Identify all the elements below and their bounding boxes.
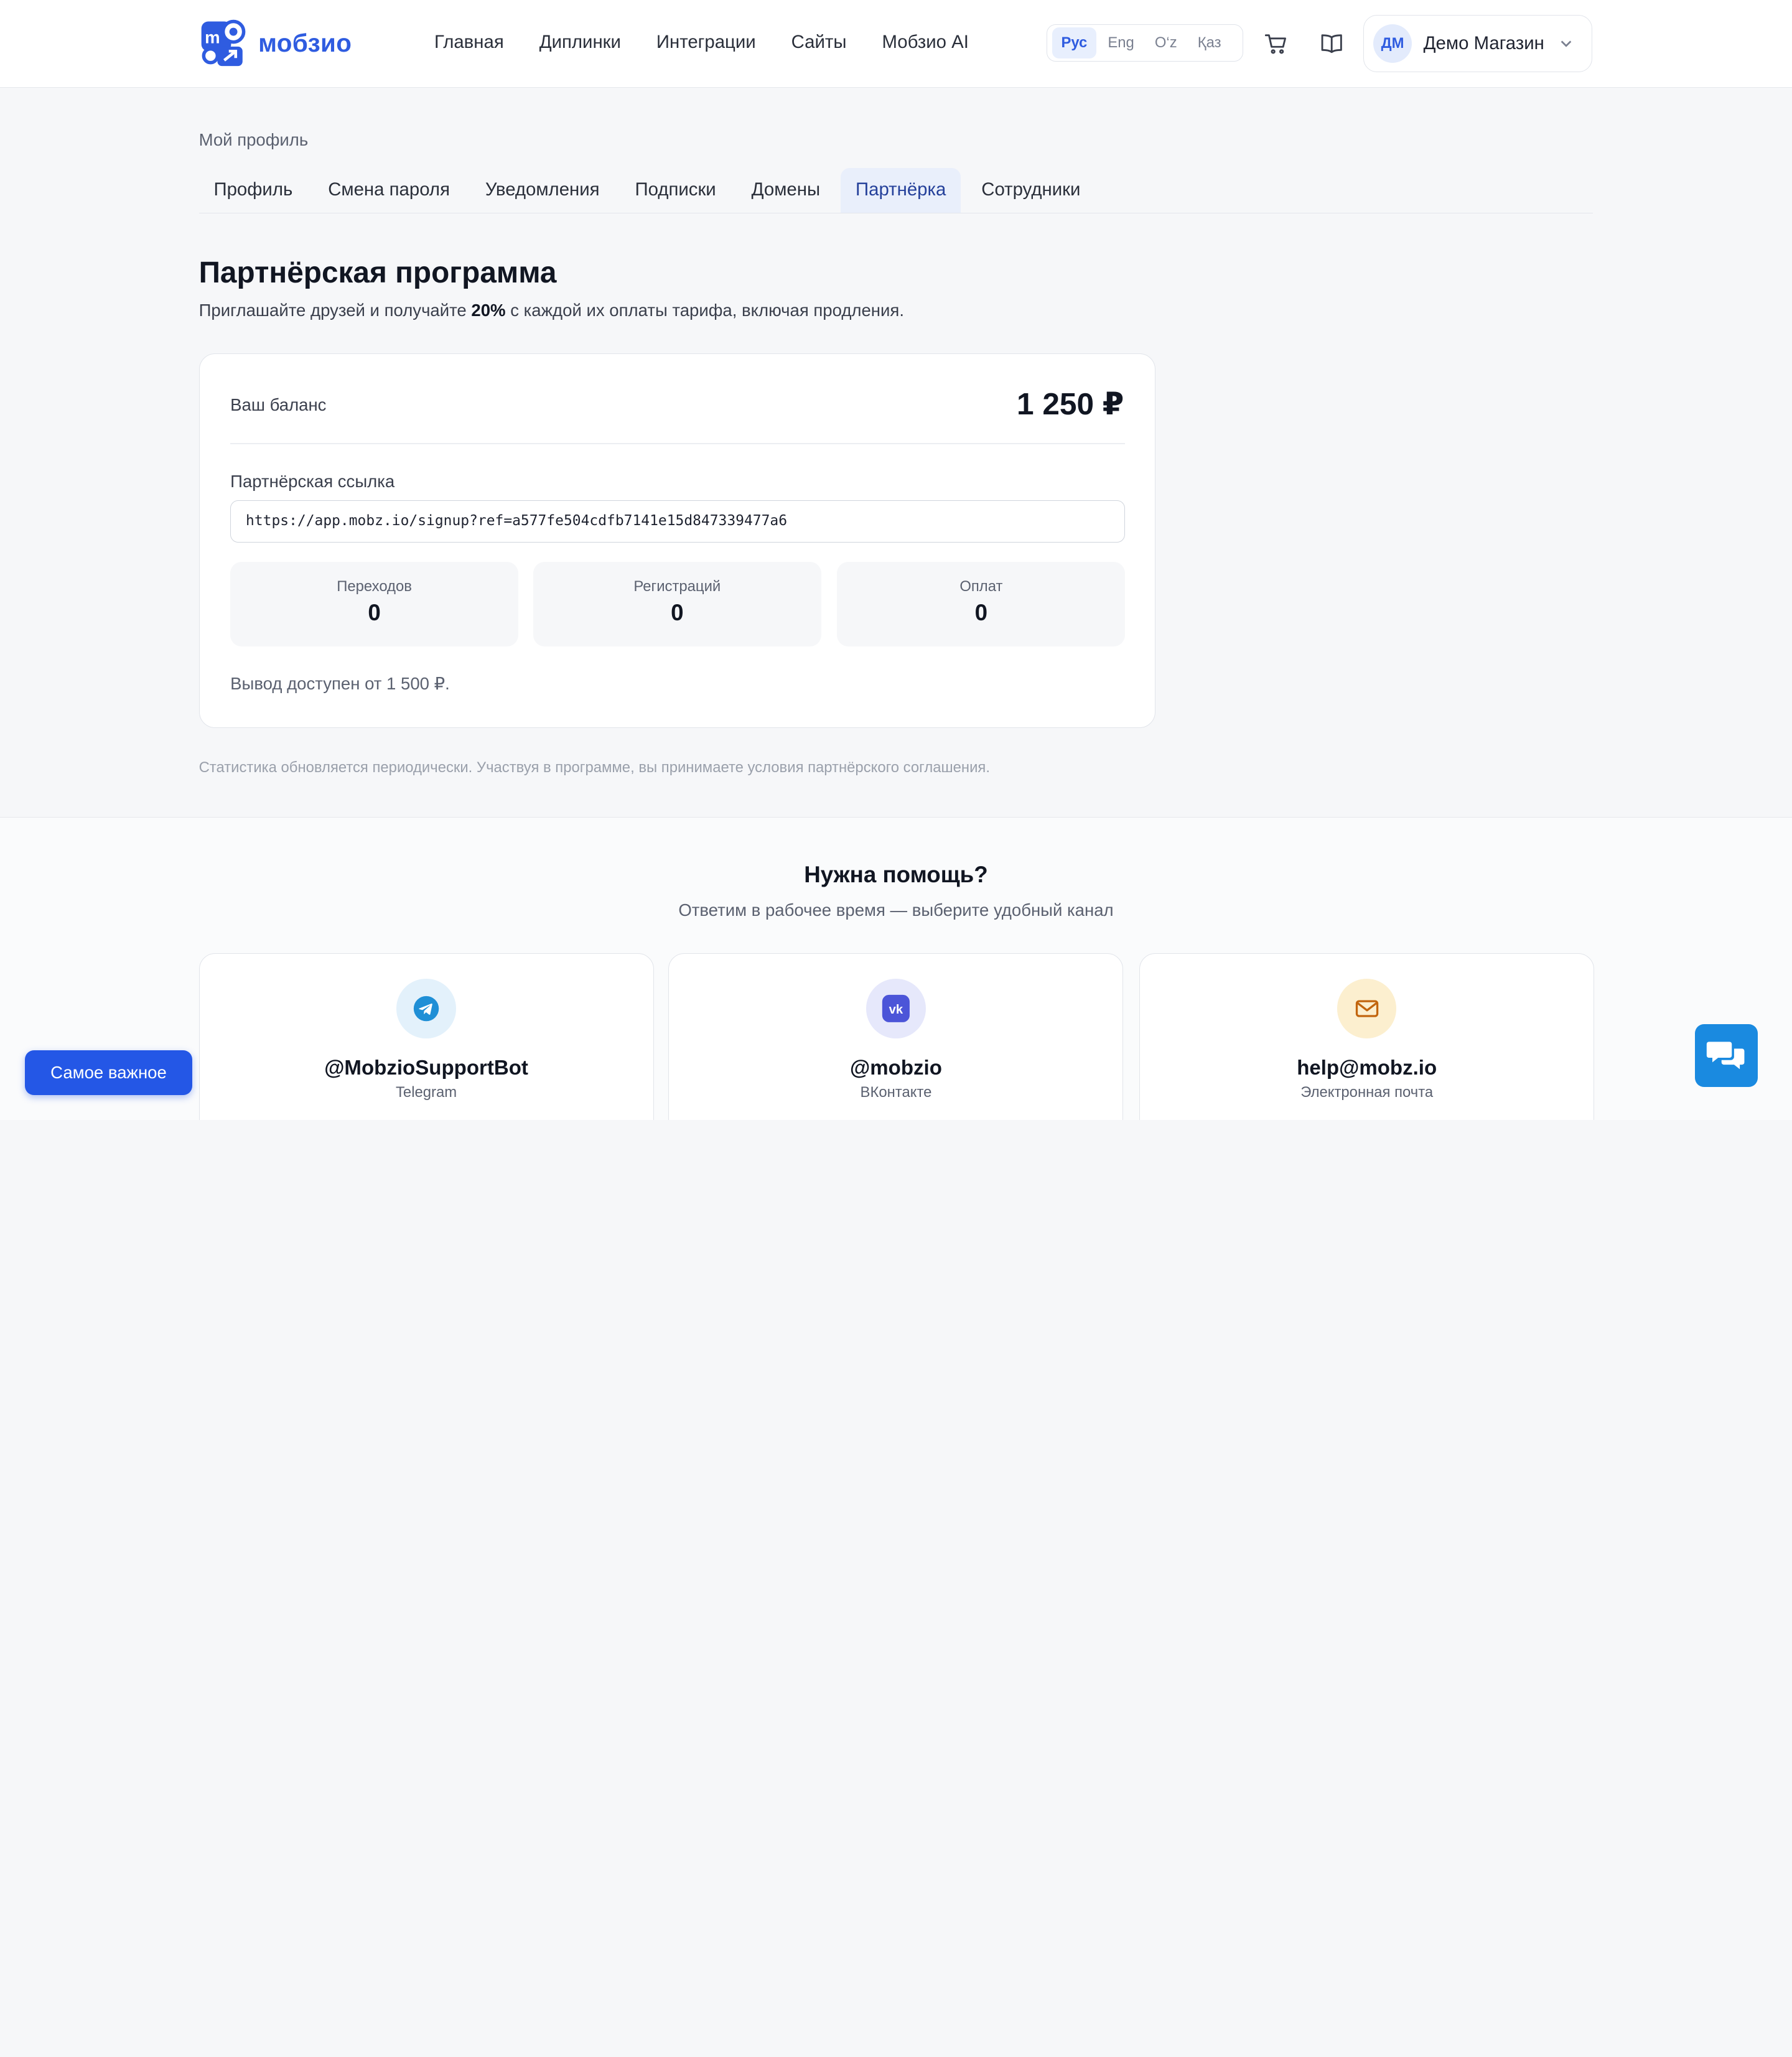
- help-channel-kind: Электронная почта: [1300, 1083, 1434, 1101]
- help-card-telegram[interactable]: @MobzioSupportBot Telegram: [198, 953, 654, 1120]
- stat-registrations-value: 0: [671, 599, 684, 625]
- profile-tabs: Профиль Смена пароля Уведомления Подписк…: [198, 167, 1594, 214]
- divider: [230, 442, 1126, 444]
- help-channel-kind: Telegram: [396, 1083, 457, 1101]
- help-card-vk[interactable]: vk @mobzio ВКонтакте: [668, 953, 1124, 1120]
- avatar: ДМ: [1373, 24, 1412, 63]
- logo[interactable]: m мобзио: [199, 18, 352, 68]
- page-title: Партнёрская программа: [198, 256, 557, 290]
- tab-notifications[interactable]: Уведомления: [470, 168, 614, 213]
- subtitle-text-end: с каждой их оплаты тарифа, включая продл…: [505, 301, 904, 320]
- help-channel-name: @mobzio: [850, 1056, 942, 1080]
- svg-text:m: m: [205, 28, 220, 47]
- stat-registrations-label: Регистраций: [633, 577, 721, 595]
- breadcrumb: Мой профиль: [198, 130, 309, 150]
- lang-kz[interactable]: Қаз: [1188, 27, 1230, 58]
- commission-percent: 20%: [471, 301, 506, 320]
- stat-payments-value: 0: [974, 599, 988, 625]
- telegram-icon: [396, 979, 456, 1038]
- chat-widget-button[interactable]: [1694, 1024, 1758, 1087]
- withdraw-note: Вывод доступен от 1 500 ₽.: [230, 673, 450, 693]
- cart-icon[interactable]: [1264, 31, 1289, 56]
- important-button[interactable]: Самое важное: [25, 1050, 192, 1095]
- lang-en[interactable]: Eng: [1099, 27, 1144, 58]
- nav-deeplinks[interactable]: Диплинки: [539, 32, 621, 53]
- tab-employees[interactable]: Сотрудники: [966, 168, 1095, 213]
- chevron-down-icon: [1561, 40, 1572, 47]
- partner-card: Ваш баланс 1 250 ₽ Партнёрская ссылка ht…: [198, 353, 1155, 728]
- nav-integrations[interactable]: Интеграции: [656, 32, 756, 53]
- partner-link-label: Партнёрская ссылка: [230, 471, 395, 491]
- page: m мобзио Главная Диплинки Интеграции Сай…: [0, 0, 1792, 1120]
- book-icon[interactable]: [1319, 31, 1344, 56]
- account-menu[interactable]: ДМ Демо Магазин: [1363, 14, 1592, 72]
- tab-subscriptions[interactable]: Подписки: [620, 168, 731, 213]
- help-card-email[interactable]: help@mobz.io Электронная почта: [1139, 953, 1595, 1120]
- stat-payments-label: Оплат: [959, 577, 1003, 595]
- terms-footnote: Статистика обновляется периодически. Уча…: [198, 758, 990, 776]
- help-channel-name: @MobzioSupportBot: [324, 1056, 528, 1080]
- language-switcher: Рус Eng O‘z Қаз: [1047, 24, 1244, 62]
- top-header: m мобзио Главная Диплинки Интеграции Сай…: [0, 0, 1792, 88]
- help-channel-name: help@mobz.io: [1297, 1056, 1437, 1080]
- mail-icon: [1337, 979, 1397, 1038]
- nav-sites[interactable]: Сайты: [791, 32, 847, 53]
- lang-uz[interactable]: O‘z: [1146, 27, 1186, 58]
- partner-link-field[interactable]: https://app.mobz.io/signup?ref=a577fe504…: [230, 500, 1126, 543]
- nav-mobzio-ai[interactable]: Мобзио AI: [882, 32, 968, 53]
- tab-partner[interactable]: Партнёрка: [841, 167, 961, 213]
- stat-registrations: Регистраций 0: [533, 561, 821, 646]
- help-channel-kind: ВКонтакте: [860, 1083, 932, 1101]
- svg-text:vk: vk: [889, 1003, 903, 1017]
- stat-clicks-value: 0: [368, 599, 381, 625]
- tab-password[interactable]: Смена пароля: [313, 168, 465, 213]
- logo-text: мобзио: [258, 29, 352, 58]
- help-subtitle: Ответим в рабочее время — выберите удобн…: [678, 900, 1114, 920]
- tab-profile[interactable]: Профиль: [199, 168, 308, 213]
- balance-value: 1 250 ₽: [1016, 386, 1124, 421]
- nav-home[interactable]: Главная: [434, 32, 504, 53]
- page-subtitle: Приглашайте друзей и получайте 20% с каж…: [199, 301, 904, 320]
- chat-icon: [1707, 1042, 1745, 1070]
- balance-label: Ваш баланс: [230, 394, 327, 414]
- vk-icon: vk: [866, 979, 926, 1038]
- help-title: Нужна помощь?: [804, 861, 988, 887]
- stat-clicks-label: Переходов: [337, 577, 412, 595]
- account-name: Демо Магазин: [1423, 32, 1544, 54]
- subtitle-text-start: Приглашайте друзей и получайте: [198, 301, 472, 320]
- lang-ru[interactable]: Рус: [1052, 27, 1096, 58]
- logo-icon: m: [201, 20, 245, 67]
- stat-clicks: Переходов 0: [230, 561, 518, 646]
- tab-domains[interactable]: Домены: [737, 168, 835, 213]
- main-nav: Главная Диплинки Интеграции Сайты Мобзио…: [434, 32, 969, 53]
- stat-payments: Оплат 0: [837, 561, 1126, 646]
